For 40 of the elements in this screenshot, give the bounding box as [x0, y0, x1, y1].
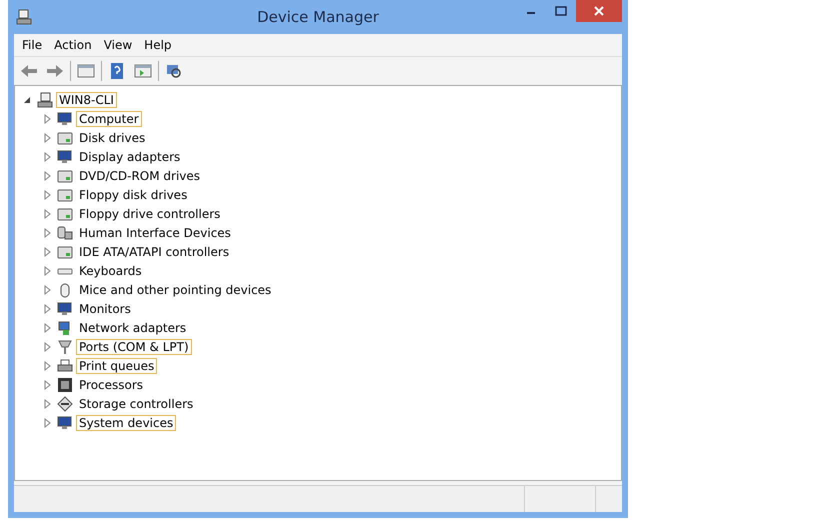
- tree-item[interactable]: Print queues: [76, 358, 158, 374]
- drive-icon: [57, 186, 73, 202]
- tree-item[interactable]: Display adapters: [76, 148, 184, 164]
- tree-item[interactable]: Keyboards: [76, 262, 145, 278]
- tree-item[interactable]: Network adapters: [76, 320, 190, 336]
- tree-item[interactable]: WIN8-CLI: [56, 92, 117, 108]
- window-title: Device Manager: [257, 8, 379, 26]
- tree-item[interactable]: DVD/CD-ROM drives: [76, 168, 204, 184]
- tree-item[interactable]: Ports (COM & LPT): [76, 338, 192, 354]
- monitor-icon: [57, 300, 73, 316]
- computer-icon: [16, 9, 32, 25]
- close-button[interactable]: [576, 0, 622, 22]
- tree-item[interactable]: IDE ATA/ATAPI controllers: [76, 244, 232, 260]
- tree-item[interactable]: Processors: [76, 376, 146, 392]
- monitor-icon: [57, 414, 73, 430]
- drive-icon: [57, 130, 73, 146]
- drive-icon: [57, 206, 73, 222]
- tree-item[interactable]: System devices: [76, 414, 176, 430]
- menu-item[interactable]: File: [16, 38, 48, 52]
- monitor-icon: [57, 148, 73, 164]
- maximize-icon: [555, 6, 567, 16]
- printer-icon: [57, 358, 73, 374]
- tree-item[interactable]: Disk drives: [76, 130, 148, 146]
- menu-item[interactable]: View: [98, 38, 138, 52]
- tree-item[interactable]: Floppy disk drives: [76, 186, 190, 202]
- tree-item[interactable]: Human Interface Devices: [76, 224, 234, 240]
- drive-icon: [57, 244, 73, 260]
- tree-item[interactable]: Floppy drive controllers: [76, 206, 224, 222]
- monitor-icon: [57, 110, 73, 126]
- computer-icon: [37, 92, 53, 108]
- tree-item[interactable]: Mice and other pointing devices: [76, 282, 274, 298]
- tree-item[interactable]: Computer: [76, 110, 142, 126]
- tree-item[interactable]: Storage controllers: [76, 396, 196, 412]
- close-icon: [594, 6, 604, 16]
- chip-icon: [57, 376, 73, 392]
- tree-item[interactable]: Monitors: [76, 300, 134, 316]
- drive-icon: [57, 168, 73, 184]
- storage-icon: [57, 396, 73, 412]
- menu-item[interactable]: Action: [48, 38, 98, 52]
- menu-item[interactable]: Help: [138, 38, 178, 52]
